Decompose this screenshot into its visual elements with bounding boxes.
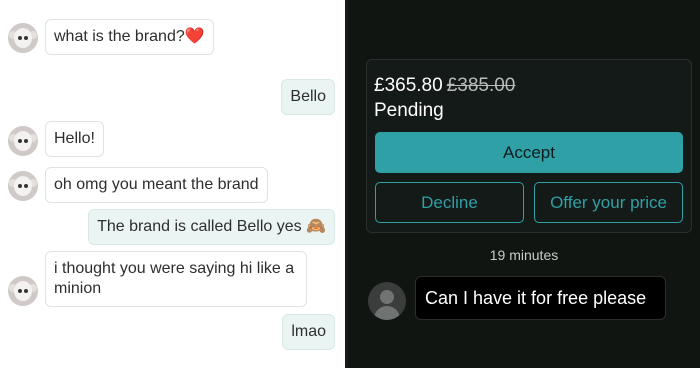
message-text: what is the brand?	[54, 28, 185, 45]
offer-price-button[interactable]: Offer your price	[534, 182, 683, 223]
avatar	[8, 276, 38, 306]
offer-status: Pending	[374, 100, 444, 121]
user-avatar-icon	[368, 282, 406, 320]
avatar	[8, 171, 38, 201]
message-text-line: minion	[54, 280, 102, 297]
message-bubble-outgoing: Bello	[281, 79, 335, 115]
avatar	[8, 126, 38, 156]
message-bubble-outgoing: lmao	[282, 314, 335, 350]
left-chat-panel: what is the brand?❤️ Bello Hello! oh omg…	[0, 0, 345, 368]
message-text: Can I have it for free please	[425, 287, 647, 308]
see-no-evil-monkey-emoji: 🙈	[306, 218, 326, 235]
avatar	[8, 23, 38, 53]
message-bubble-incoming: Can I have it for free please	[415, 276, 666, 320]
message-text: oh omg you meant the brand	[54, 176, 259, 193]
message-text: Bello	[290, 88, 326, 105]
message-bubble-incoming: oh omg you meant the brand	[45, 167, 268, 203]
message-bubble-incoming: what is the brand?❤️	[45, 19, 214, 55]
message-text: The brand is called Bello yes	[97, 218, 302, 235]
message-bubble-incoming: i thought you were saying hi like a mini…	[45, 251, 307, 307]
message-timestamp: 19 minutes	[489, 247, 559, 263]
accept-button[interactable]: Accept	[375, 132, 683, 173]
decline-button[interactable]: Decline	[375, 182, 524, 223]
message-text: lmao	[291, 323, 326, 340]
right-offer-panel: £365.80 £385.00 Pending Accept Decline Of…	[348, 0, 700, 368]
message-bubble-outgoing: The brand is called Bello yes 🙈	[88, 209, 335, 245]
screenshot-frame: what is the brand?❤️ Bello Hello! oh omg…	[0, 0, 700, 368]
message-text-line: i thought you were saying hi like a	[54, 260, 295, 277]
heart-emoji: ❤️	[184, 28, 205, 45]
message-text: Hello!	[54, 130, 95, 147]
offer-price-value: £365.80	[374, 75, 443, 96]
message-bubble-incoming: Hello!	[45, 121, 104, 157]
original-price: £385.00	[446, 75, 516, 96]
offer-price: £365.80 £385.00	[374, 75, 515, 97]
